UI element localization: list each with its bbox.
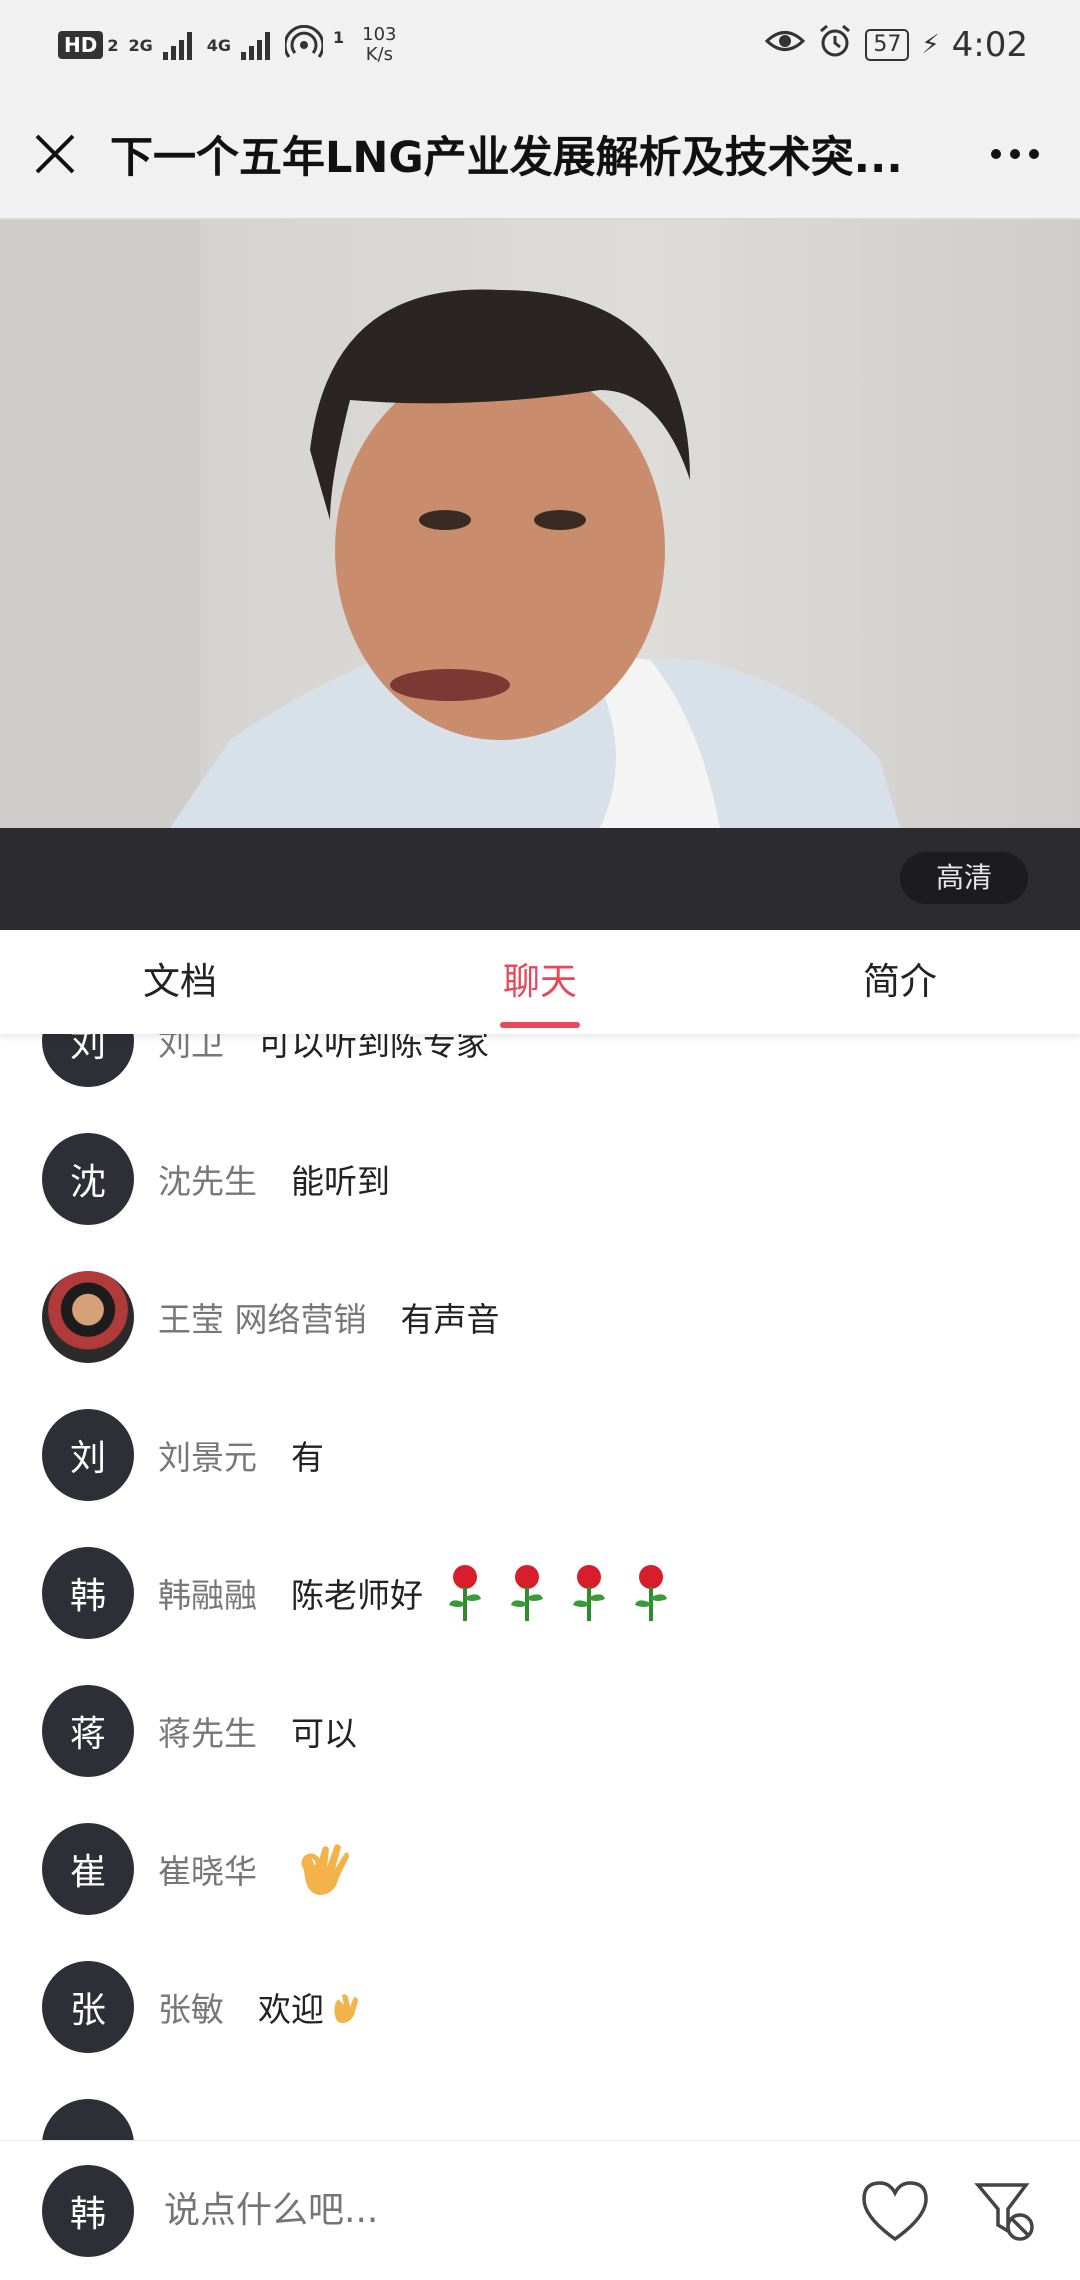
net-2g-label: 2G xyxy=(128,35,153,55)
signal-2g-icon xyxy=(162,30,197,60)
chat-username: 蒋先生 xyxy=(158,1714,257,1753)
avatar[interactable]: 刘 xyxy=(42,1409,134,1501)
block-filter-button[interactable] xyxy=(960,2166,1050,2256)
chat-message-body xyxy=(291,1837,355,1901)
my-avatar[interactable]: 韩 xyxy=(42,2164,134,2257)
avatar[interactable]: 韩 xyxy=(42,1547,134,1639)
quality-button[interactable]: 高清 xyxy=(900,852,1028,904)
page-title: 下一个五年LNG产业发展解析及技术突... xyxy=(110,133,903,183)
close-button[interactable] xyxy=(0,89,110,219)
chat-username: 张敏 xyxy=(158,1990,224,2029)
net-4g-label: 4G xyxy=(206,35,232,55)
chat-username: 崔晓华 xyxy=(158,1852,257,1891)
net-speed-unit: K/s xyxy=(365,44,393,65)
status-left: HD 2 2G 4G 1 103 K/s xyxy=(58,25,397,65)
heart-icon xyxy=(862,2180,928,2241)
chat-message: 张 张敏 欢迎 xyxy=(0,1938,1080,2076)
chat-message-body: 陈老师好 xyxy=(291,1563,671,1623)
avatar[interactable]: 蒋 xyxy=(42,1685,134,1777)
chat-message-body: 欢迎 xyxy=(258,1983,364,2031)
avatar[interactable]: 沈 xyxy=(42,1133,134,1225)
tab-label: 聊天 xyxy=(503,960,577,1003)
chat-message: 王莹 网络营销 有声音 xyxy=(0,1248,1080,1386)
avatar[interactable] xyxy=(42,2099,134,2140)
rose-emoji-icon xyxy=(511,1565,543,1621)
chat-input[interactable] xyxy=(162,2189,850,2232)
chat-username: 王莹 网络营销 xyxy=(158,1300,367,1339)
eye-icon xyxy=(765,25,806,65)
chat-message: 沈 沈先生 能听到 xyxy=(0,1110,1080,1248)
chat-text: 可以 xyxy=(291,1714,357,1753)
chat-username: 韩融融 xyxy=(158,1576,257,1615)
clap-emoji-icon xyxy=(334,1994,358,2023)
tab-chat[interactable]: 聊天 xyxy=(360,930,720,1034)
chat-input-bar: 韩 xyxy=(0,2140,1080,2280)
nav-header: 下一个五年LNG产业发展解析及技术突... xyxy=(0,90,1080,220)
more-icon xyxy=(991,149,1039,159)
avatar-photo[interactable] xyxy=(42,1271,134,1363)
status-bar: HD 2 2G 4G 1 103 K/s 57 ⚡ 4:02 xyxy=(0,0,1080,90)
tab-documents[interactable]: 文档 xyxy=(0,930,360,1034)
chat-text: 陈老师好 xyxy=(291,1576,423,1615)
rose-emoji-icon xyxy=(573,1565,605,1621)
hotspot-count: 1 xyxy=(333,27,345,47)
avatar[interactable]: 张 xyxy=(42,1961,134,2053)
avatar[interactable]: 崔 xyxy=(42,1823,134,1915)
live-video-player[interactable] xyxy=(0,220,1080,828)
tab-active-indicator xyxy=(500,1022,580,1028)
speaker-video-frame xyxy=(0,220,900,828)
video-control-bar: 高清 xyxy=(0,828,1080,930)
hotspot-icon xyxy=(283,24,325,65)
filter-block-icon xyxy=(974,2182,1034,2241)
net-speed: 103 K/s xyxy=(362,25,396,65)
chat-message: 韩 韩融融 陈老师好 xyxy=(0,1524,1080,1662)
clock-time: 4:02 xyxy=(951,25,1028,65)
chat-message: 蒋 蒋先生 可以 xyxy=(0,1662,1080,1800)
tab-label: 简介 xyxy=(863,960,937,1003)
net-speed-value: 103 xyxy=(362,24,397,45)
rose-emoji-icon xyxy=(449,1565,481,1621)
signal-4g-icon xyxy=(241,30,275,60)
chat-text: 有声音 xyxy=(400,1300,500,1339)
chat-text: 欢迎 xyxy=(258,1990,324,2029)
chat-message: 刘 刘卫 可以听到陈专家 xyxy=(0,1034,1080,1110)
sim-number: 2 xyxy=(107,35,119,55)
rose-emoji-icon xyxy=(635,1565,667,1621)
avatar[interactable]: 刘 xyxy=(42,1034,134,1087)
close-icon xyxy=(35,134,75,174)
chat-username: 沈先生 xyxy=(158,1162,257,1201)
chat-message: 崔 崔晓华 xyxy=(0,1800,1080,1938)
status-right: 57 ⚡ 4:02 xyxy=(765,23,1028,68)
chat-username: 刘景元 xyxy=(158,1438,257,1477)
tab-bar: 文档 聊天 简介 xyxy=(0,930,1080,1034)
like-button[interactable] xyxy=(850,2166,940,2256)
chat-text: 可以听到陈专家 xyxy=(258,1034,489,1063)
chat-text: 能听到 xyxy=(291,1162,390,1201)
ok-hand-emoji-icon xyxy=(301,1844,349,1895)
hd-badge: HD xyxy=(58,31,104,59)
charging-icon: ⚡ xyxy=(921,30,940,60)
alarm-icon xyxy=(817,23,853,68)
chat-username: 刘卫 xyxy=(158,1034,224,1063)
tab-intro[interactable]: 简介 xyxy=(720,930,1080,1034)
more-button[interactable] xyxy=(950,89,1080,219)
chat-text: 有 xyxy=(291,1438,324,1477)
tab-label: 文档 xyxy=(143,960,217,1003)
chat-message-partial xyxy=(0,2076,1080,2140)
chat-list[interactable]: 刘 刘卫 可以听到陈专家 沈 沈先生 能听到 王莹 网络营销 有声音 刘 刘景元… xyxy=(0,1034,1080,2140)
chat-message: 刘 刘景元 有 xyxy=(0,1386,1080,1524)
battery-level: 57 xyxy=(865,29,910,61)
